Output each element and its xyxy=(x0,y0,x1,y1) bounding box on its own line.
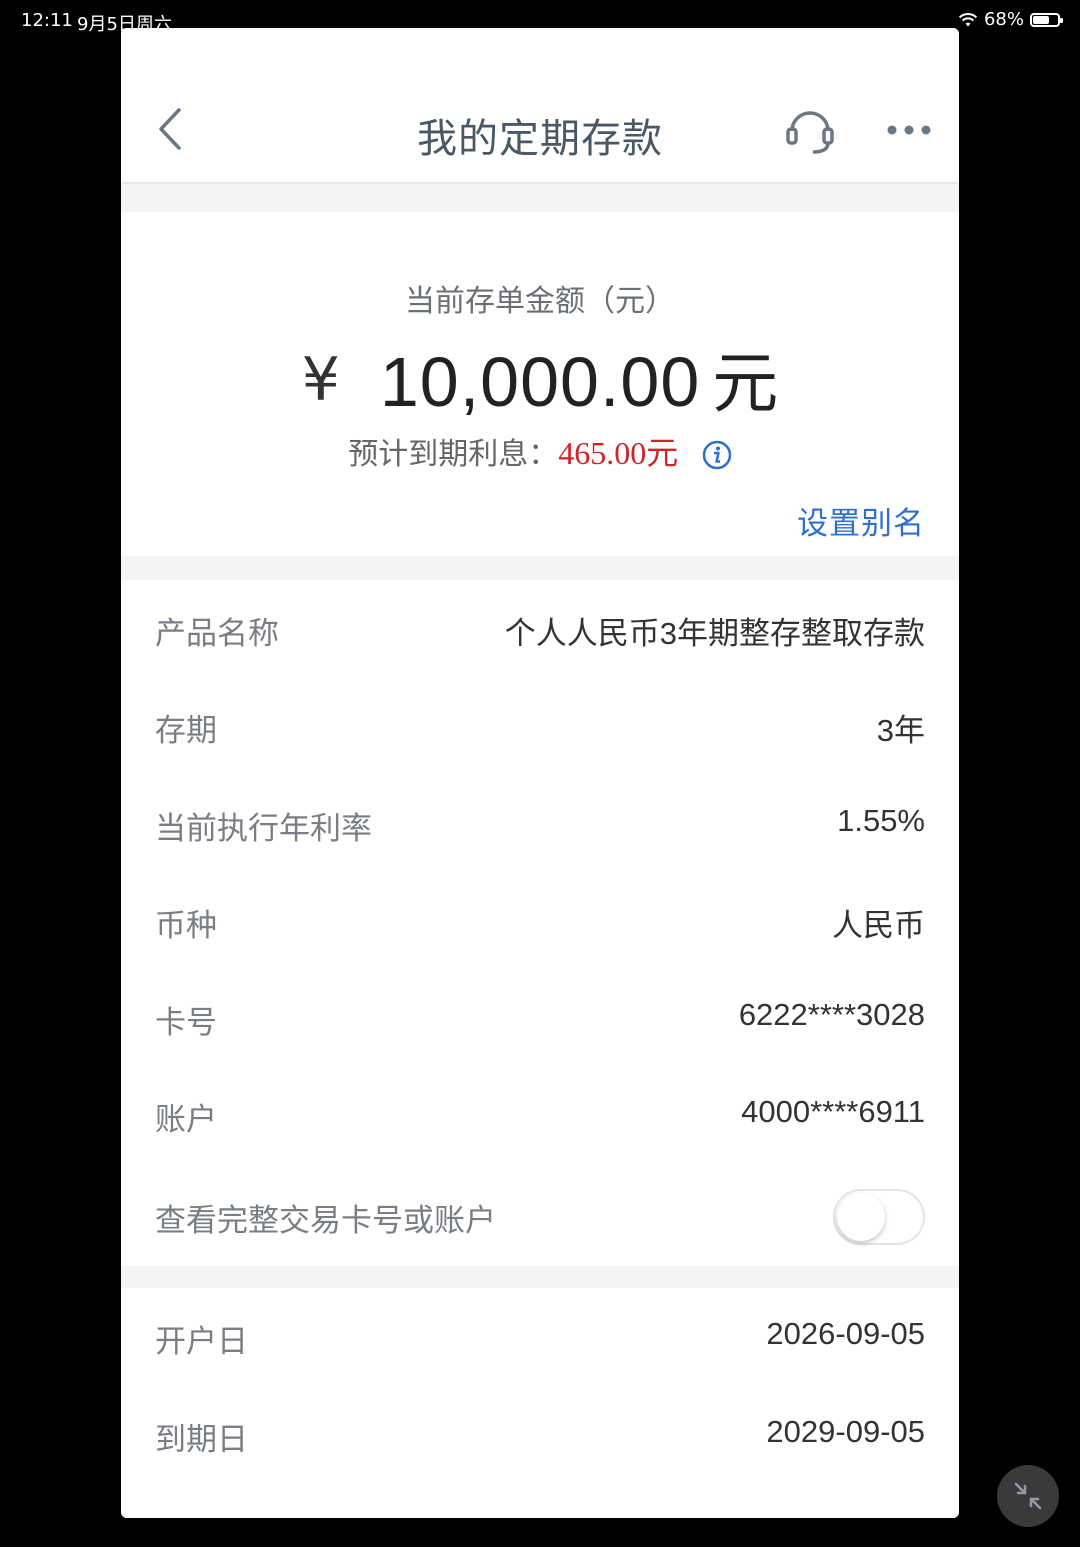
detail-row-currency: 币种 人民币 xyxy=(121,872,959,969)
nav-bar: 我的定期存款 xyxy=(121,28,959,184)
collapse-arrows-icon xyxy=(1014,1482,1042,1510)
detail-row-account: 账户 4000****6911 xyxy=(121,1066,959,1163)
date-label: 到期日 xyxy=(155,1422,248,1458)
date-label: 开户日 xyxy=(155,1324,248,1360)
detail-label: 卡号 xyxy=(155,1005,217,1041)
currency-symbol: ¥ xyxy=(301,345,340,415)
set-alias-link[interactable]: 设置别名 xyxy=(797,498,925,543)
amount-display: ¥10,000.00 元 xyxy=(121,330,959,426)
interest-label: 预计到期利息： xyxy=(348,437,559,472)
battery-percent: 68% xyxy=(983,9,1024,30)
date-value: 2026-09-05 xyxy=(766,1316,925,1351)
detail-row-rate: 当前执行年利率 1.55% xyxy=(121,775,959,872)
toggle-knob xyxy=(837,1193,885,1241)
detail-row-card-number: 卡号 6222****3028 xyxy=(121,969,959,1066)
amount-value: 10,000.00 xyxy=(379,343,701,421)
date-row-open: 开户日 2026-09-05 xyxy=(121,1288,959,1385)
detail-value: 4000****6911 xyxy=(741,1094,925,1129)
toggle-row-full-number: 查看完整交易卡号或账户 xyxy=(121,1167,959,1264)
detail-value: 人民币 xyxy=(832,908,925,943)
expected-interest-row: 预计到期利息：465.00元 xyxy=(121,428,959,474)
detail-label: 存期 xyxy=(155,713,217,749)
detail-label: 账户 xyxy=(155,1102,217,1138)
interest-value: 465.00元 xyxy=(558,435,679,471)
show-full-number-toggle[interactable] xyxy=(833,1189,925,1245)
amount-unit: 元 xyxy=(712,345,779,422)
date-value: 2029-09-05 xyxy=(766,1414,925,1449)
battery-fill xyxy=(1033,15,1049,24)
detail-label: 产品名称 xyxy=(155,616,279,652)
deposit-details-card: 产品名称 个人人民币3年期整存整取存款 存期 3年 当前执行年利率 1.55% … xyxy=(121,580,959,1266)
toggle-label: 查看完整交易卡号或账户 xyxy=(155,1203,496,1239)
detail-value: 6222****3028 xyxy=(738,997,925,1032)
amount-label: 当前存单金额（元） xyxy=(405,284,675,319)
wifi-icon xyxy=(958,12,978,26)
detail-row-term: 存期 3年 xyxy=(121,677,959,774)
detail-row-product: 产品名称 个人人民币3年期整存整取存款 xyxy=(121,580,959,677)
app-window: 我的定期存款 当前存单金额（元） ¥10,000.00 元 预计到期利息：465.… xyxy=(121,28,959,1518)
more-dots-icon[interactable] xyxy=(885,120,933,140)
minimize-window-button[interactable] xyxy=(997,1465,1059,1527)
detail-label: 币种 xyxy=(155,908,217,944)
info-icon[interactable] xyxy=(702,440,732,470)
status-right-group: 68% xyxy=(958,9,1063,30)
date-row-maturity: 到期日 2029-09-05 xyxy=(121,1386,959,1483)
detail-value: 个人人民币3年期整存整取存款 xyxy=(504,616,925,651)
detail-value: 1.55% xyxy=(837,803,925,838)
status-time: 12:11 xyxy=(21,10,73,31)
deposit-dates-card: 开户日 2026-09-05 到期日 2029-09-05 xyxy=(121,1288,959,1518)
detail-label: 当前执行年利率 xyxy=(155,811,372,847)
deposit-summary-card: 当前存单金额（元） ¥10,000.00 元 预计到期利息：465.00元 设置别… xyxy=(121,212,959,556)
headset-icon[interactable] xyxy=(783,104,837,156)
detail-value: 3年 xyxy=(876,713,925,748)
battery-icon xyxy=(1030,12,1063,27)
